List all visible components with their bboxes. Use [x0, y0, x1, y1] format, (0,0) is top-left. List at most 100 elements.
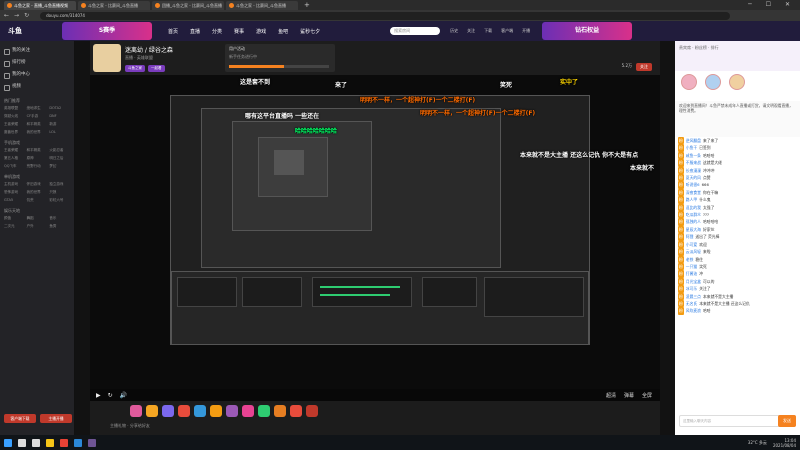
sidebar-category-link[interactable]: 原神: [27, 156, 48, 161]
quality-button[interactable]: 超清: [606, 392, 616, 399]
room-tag[interactable]: 斗鱼之家: [125, 65, 145, 72]
sidebar-category-link[interactable]: DNF: [49, 114, 70, 119]
chat-nickname[interactable]: 深夜食堂: [686, 190, 701, 195]
fullscreen-button[interactable]: 全屏: [642, 392, 652, 399]
sidebar-category-link[interactable]: 二次元: [4, 224, 25, 229]
history-icon[interactable]: 历史: [450, 28, 458, 34]
chat-nickname[interactable]: 老铁: [686, 257, 694, 262]
gift-icon[interactable]: [194, 405, 206, 417]
sidebar-category-link[interactable]: 和平精英: [27, 122, 48, 127]
sidebar-category-link[interactable]: 我的世界: [27, 130, 48, 135]
sidebar-category-link[interactable]: 荒野行动: [27, 164, 48, 169]
rank-avatar[interactable]: [681, 74, 697, 90]
chat-nickname[interactable]: 孤独的人: [686, 219, 701, 224]
chat-nickname[interactable]: 吃瓜群众: [686, 212, 701, 217]
rank-avatar[interactable]: [729, 74, 745, 90]
vip-banner[interactable]: 钻石权益: [542, 22, 633, 40]
sidebar-item-center[interactable]: 我的中心: [0, 69, 74, 81]
sidebar-category-link[interactable]: 独立游戏: [49, 182, 70, 187]
reload-icon[interactable]: ↻: [24, 12, 29, 19]
chat-nickname[interactable]: 阿狸: [686, 234, 694, 239]
url-input[interactable]: douyu.com/314074: [40, 11, 731, 20]
gift-icon[interactable]: [210, 405, 222, 417]
chat-nickname[interactable]: 小鱼干: [686, 145, 697, 150]
nav-games[interactable]: 游戏: [256, 28, 266, 35]
sidebar-category-link[interactable]: 王者荣耀: [4, 148, 25, 153]
gift-icon[interactable]: [306, 405, 318, 417]
streamer-avatar[interactable]: [93, 44, 121, 72]
sidebar-category-link[interactable]: 穿越火线: [4, 114, 25, 119]
follow-button[interactable]: 关注: [636, 63, 652, 71]
sidebar-category-link[interactable]: 怀旧游戏: [27, 182, 48, 187]
sidebar-category-link[interactable]: CF手游: [27, 114, 48, 119]
client-icon[interactable]: 客户端: [501, 28, 513, 34]
client-download-button[interactable]: 客户端下载: [4, 414, 36, 423]
chat-nickname[interactable]: 小可爱: [686, 242, 697, 247]
chat-nickname[interactable]: 逗比的我: [686, 205, 701, 210]
chat-nickname[interactable]: 冰可乐: [686, 286, 697, 291]
sidebar-category-link[interactable]: LOL: [49, 130, 70, 135]
store-icon[interactable]: [74, 438, 82, 447]
chat-nickname[interactable]: 逆风翻盘: [686, 138, 701, 143]
chat-nickname[interactable]: 凌晨三点: [686, 294, 701, 299]
site-logo[interactable]: 斗鱼: [8, 26, 22, 36]
sidebar-category-link[interactable]: 鱼秀: [49, 224, 70, 229]
activity-card[interactable]: 用户活动 新手任务进行中: [225, 44, 335, 72]
browser-tab[interactable]: 团播_斗鱼之家 - 比赛间_斗鱼直播: [152, 0, 224, 10]
back-icon[interactable]: ←: [4, 12, 9, 19]
taskview-icon[interactable]: [32, 438, 40, 447]
gift-icon[interactable]: [162, 405, 174, 417]
sidebar-category-link[interactable]: 彩虹六号: [49, 198, 70, 203]
chat-nickname[interactable]: 打酱油: [686, 271, 697, 276]
search-icon[interactable]: [18, 438, 26, 447]
nav-home[interactable]: 首页: [168, 28, 178, 35]
chat-nickname[interactable]: 云淡风轻: [686, 249, 701, 254]
nav-live[interactable]: 直播: [190, 28, 200, 35]
sidebar-item-rank[interactable]: 排行榜: [0, 57, 74, 69]
sidebar-category-link[interactable]: 梦幻: [49, 164, 70, 169]
room-tag[interactable]: 一起看: [148, 65, 165, 72]
sidebar-category-link[interactable]: 英雄联盟: [4, 106, 25, 111]
chat-nickname[interactable]: 月光宝盒: [686, 279, 701, 284]
sidebar-item-video[interactable]: 视频: [0, 81, 74, 93]
gift-icon[interactable]: [226, 405, 238, 417]
browser-tab[interactable]: 斗鱼之家 - 比赛间_斗鱼直播: [226, 0, 298, 10]
gift-icon[interactable]: [178, 405, 190, 417]
nav-fishbar[interactable]: 鱼吧: [278, 28, 288, 35]
nav-qixi[interactable]: 鲨秒七夕: [300, 28, 320, 35]
sidebar-category-link[interactable]: 户外: [27, 224, 48, 229]
start-broadcast-button[interactable]: 主播开播: [40, 414, 72, 423]
chat-nickname[interactable]: 路人甲: [686, 197, 697, 202]
sidebar-category-link[interactable]: 新游: [49, 122, 70, 127]
refresh-icon[interactable]: ↻: [108, 392, 113, 399]
sidebar-category-link[interactable]: 主机游戏: [4, 182, 25, 187]
folder-icon[interactable]: [46, 438, 54, 447]
chat-nickname[interactable]: 听说很6: [686, 182, 700, 187]
new-tab-icon[interactable]: +: [304, 1, 310, 9]
window-controls[interactable]: ─ ☐ ✕: [748, 1, 796, 8]
chat-nickname[interactable]: 咸鱼一条: [686, 153, 701, 158]
sidebar-category-link[interactable]: 恐怖游戏: [4, 190, 25, 195]
chat-nickname[interactable]: 一只猫: [686, 264, 697, 269]
download-icon[interactable]: 下载: [484, 28, 492, 34]
sidebar-category-link[interactable]: 我的世界: [27, 190, 48, 195]
gift-icon[interactable]: [274, 405, 286, 417]
rank-avatar[interactable]: [705, 74, 721, 90]
chrome-icon[interactable]: [60, 438, 68, 447]
sidebar-category-link[interactable]: 舞蹈: [27, 216, 48, 221]
sidebar-category-link[interactable]: DOTA2: [49, 106, 70, 111]
sidebar-category-link[interactable]: 和平精英: [27, 148, 48, 153]
gift-icon[interactable]: [146, 405, 158, 417]
sidebar-category-link[interactable]: 饥荒: [27, 198, 48, 203]
chat-nickname[interactable]: 无名氏: [686, 301, 697, 306]
volume-icon[interactable]: 🔊: [120, 392, 127, 399]
sidebar-category-link[interactable]: QQ飞车: [4, 164, 25, 169]
sidebar-category-link[interactable]: 第五人格: [4, 156, 25, 161]
play-icon[interactable]: ▶: [96, 392, 101, 399]
browser-tab[interactable]: 斗鱼之家 - 比赛间_斗鱼直播: [78, 0, 150, 10]
chat-nickname[interactable]: 夏天的风: [686, 175, 701, 180]
clock[interactable]: 13:04 2021/08/04: [773, 438, 796, 448]
search-input[interactable]: 搜索房间: [390, 27, 441, 35]
broadcast-icon[interactable]: 开播: [522, 28, 530, 34]
sidebar-category-link[interactable]: 颜值: [4, 216, 25, 221]
